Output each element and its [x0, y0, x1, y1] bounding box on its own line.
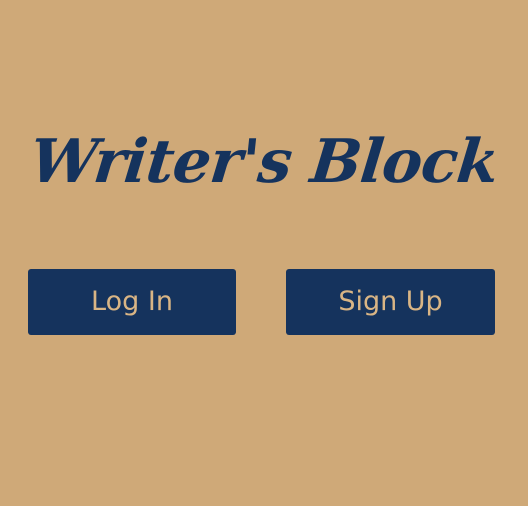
login-button[interactable]: Log In: [28, 269, 236, 335]
app-title: Writer's Block: [26, 127, 502, 197]
signup-button[interactable]: Sign Up: [286, 269, 495, 335]
landing-screen: Writer's Block Log In Sign Up: [0, 0, 528, 506]
